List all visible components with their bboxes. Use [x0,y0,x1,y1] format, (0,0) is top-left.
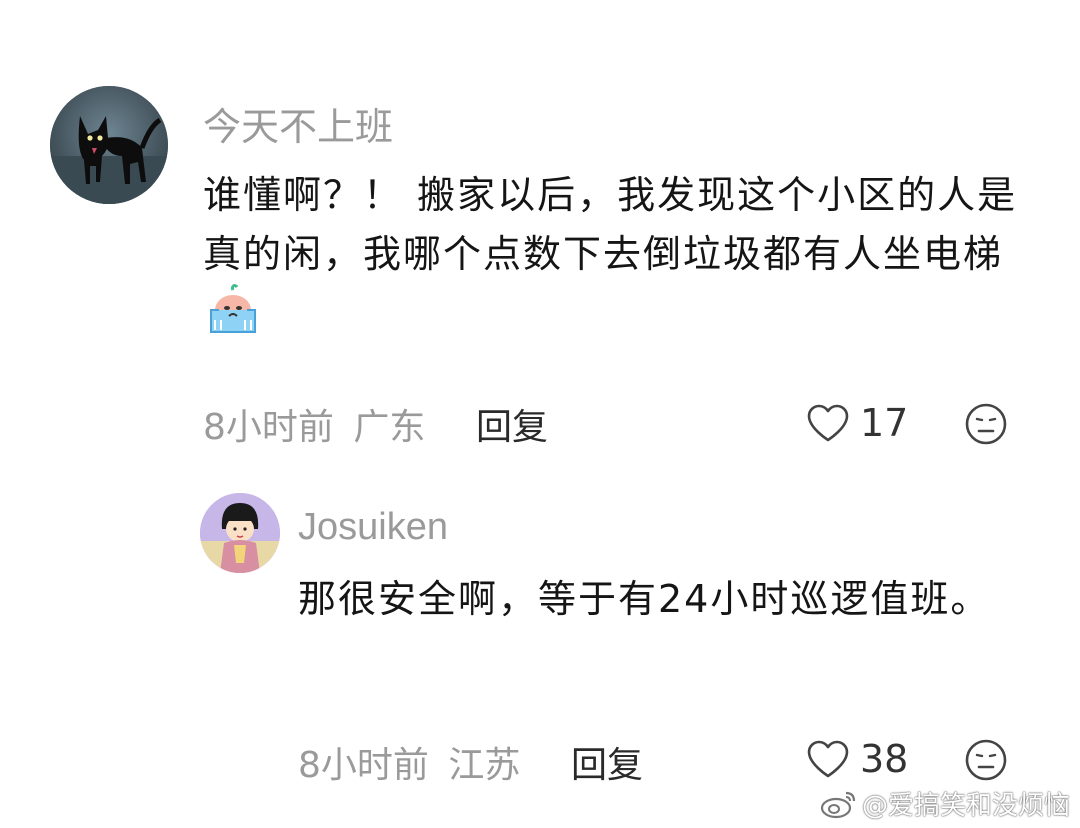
heart-icon [807,404,849,442]
like-button[interactable]: 17 [806,400,908,446]
comment-location: 江苏 [448,745,521,786]
reaction-button[interactable] [964,738,1008,786]
reaction-button[interactable] [964,402,1008,450]
comment-time: 8小时前 [298,745,429,786]
reply-button[interactable]: 回复 [476,398,548,450]
weibo-logo-icon [820,791,856,818]
watermark-text: @爱搞笑和没烦恼 [861,791,1070,821]
reply-button[interactable]: 回复 [571,736,643,788]
comment-text: 谁懂啊？！ 搬家以后，我发现这个小区的人是真的闲，我哪个点数下去倒垃圾都有人坐电… [203,166,1043,355]
username[interactable]: 今天不上班 [203,96,393,151]
comment-text: 那很安全啊，等于有24小时巡逻值班。 [298,577,991,621]
username[interactable]: Josuiken [298,506,448,549]
comment-location: 广东 [353,407,426,448]
comment-meta: 8小时前 广东 [203,398,425,450]
like-count: 17 [860,401,909,445]
neutral-face-icon [965,739,1007,781]
avatar[interactable] [200,493,280,573]
like-button[interactable]: 38 [806,736,908,782]
reply-comment-item: Josuiken 那很安全啊，等于有24小时巡逻值班。 8小时前 江苏 回复 3… [0,470,1080,828]
comment-item: 今天不上班 谁懂啊？！ 搬家以后，我发现这个小区的人是真的闲，我哪个点数下去倒垃… [0,0,1080,470]
black-cat-avatar-icon [50,86,168,204]
avatar[interactable] [50,86,168,204]
neutral-face-icon [965,403,1007,445]
like-count: 38 [860,737,909,781]
heart-icon [807,740,849,778]
comment-meta: 8小时前 江苏 [298,736,520,788]
comment-time: 8小时前 [203,407,334,448]
cartoon-girl-avatar-icon [200,493,280,573]
watermark: @爱搞笑和没烦恼 [820,785,1070,822]
comment-text-body: 谁懂啊？！ 搬家以后，我发现这个小区的人是真的闲，我哪个点数下去倒垃圾都有人坐电… [203,173,1018,276]
crying-sticker-icon [205,283,261,355]
